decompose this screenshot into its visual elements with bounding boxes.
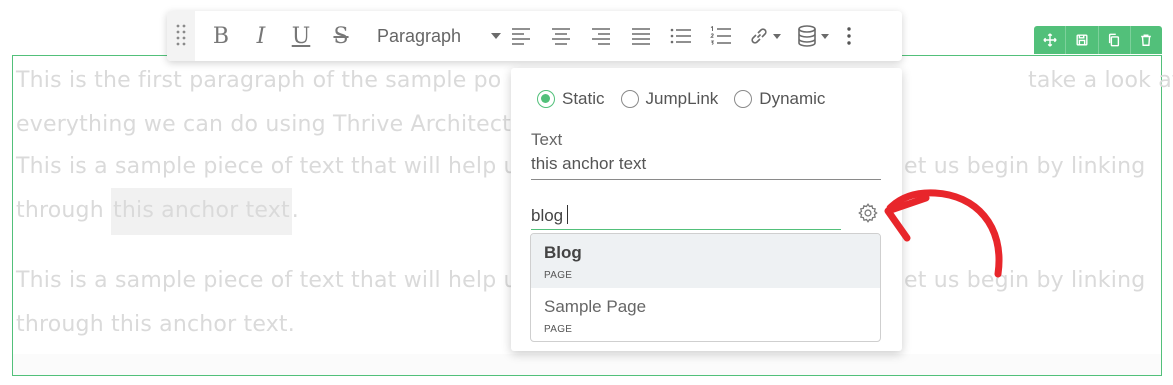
italic-button[interactable]: I xyxy=(241,11,281,61)
paragraph-text: through xyxy=(16,198,112,223)
radio-label: Dynamic xyxy=(759,89,826,108)
numbered-list-icon[interactable] xyxy=(701,11,741,61)
move-icon[interactable] xyxy=(1034,26,1067,54)
selected-anchor-text[interactable]: this anchor text xyxy=(111,188,292,235)
align-left-icon[interactable] xyxy=(501,11,541,61)
link-popup: Static JumpLink Dynamic Text this anchor… xyxy=(511,68,902,351)
text-toolbar: B I U S Paragraph xyxy=(167,11,902,61)
paragraph-text: et us begin by linking xyxy=(904,154,1146,179)
align-right-icon[interactable] xyxy=(581,11,621,61)
result-title: Blog xyxy=(544,243,582,262)
radio-label: JumpLink xyxy=(645,89,719,108)
more-icon[interactable] xyxy=(837,11,861,61)
search-results-dropdown: Blog PAGE Sample Page PAGE xyxy=(530,233,881,342)
result-title: Sample Page xyxy=(544,297,647,316)
chevron-down-icon xyxy=(491,33,502,39)
result-type: PAGE xyxy=(544,324,573,335)
chevron-down-icon xyxy=(821,33,829,39)
paragraph-select[interactable]: Paragraph xyxy=(361,11,502,61)
trash-icon[interactable] xyxy=(1131,26,1162,54)
radio-button[interactable] xyxy=(537,90,555,108)
gear-icon[interactable] xyxy=(857,202,879,224)
database-icon xyxy=(798,25,816,47)
text-field-label: Text xyxy=(531,130,563,149)
align-center-icon[interactable] xyxy=(541,11,581,61)
paragraph-select-label: Paragraph xyxy=(377,25,462,46)
search-result-item[interactable]: Blog PAGE xyxy=(531,234,880,288)
bold-button[interactable]: B xyxy=(201,11,241,61)
radio-button[interactable] xyxy=(734,90,753,108)
paragraph-text: take a look at xyxy=(1028,68,1173,93)
copy-icon[interactable] xyxy=(1099,26,1131,54)
link-type-dynamic[interactable]: Dynamic xyxy=(734,89,825,109)
chevron-down-icon xyxy=(773,33,781,39)
link-type-jumplink[interactable]: JumpLink xyxy=(620,89,719,109)
search-result-item[interactable]: Sample Page PAGE xyxy=(531,288,880,341)
paragraph-text: This is the first paragraph of the sampl… xyxy=(16,68,502,93)
underline-button[interactable]: U xyxy=(281,11,321,61)
bullet-list-icon[interactable] xyxy=(661,11,701,61)
result-type: PAGE xyxy=(544,270,573,281)
link-type-group: Static JumpLink Dynamic xyxy=(537,89,825,109)
block-actions-bar xyxy=(1034,26,1162,54)
radio-label: Static xyxy=(562,89,605,108)
link-button[interactable] xyxy=(741,11,789,61)
paragraph-text: This is a sample piece of text that will… xyxy=(16,154,518,179)
text-cursor xyxy=(567,205,568,224)
justify-icon[interactable] xyxy=(621,11,661,61)
link-search-input[interactable] xyxy=(531,202,841,230)
paragraph-text: . xyxy=(291,198,299,223)
strikethrough-button[interactable]: S xyxy=(321,11,361,61)
dynamic-data-button[interactable] xyxy=(789,11,837,61)
paragraph-text: This is a sample piece of text that will… xyxy=(16,268,518,293)
link-type-static[interactable]: Static xyxy=(537,89,605,109)
radio-button[interactable] xyxy=(620,90,639,108)
link-icon xyxy=(751,28,767,44)
paragraph-text: et us begin by linking xyxy=(904,268,1146,293)
save-icon[interactable] xyxy=(1066,26,1099,54)
drag-handle-icon[interactable] xyxy=(167,11,195,61)
anchor-text-field[interactable]: this anchor text xyxy=(531,152,881,180)
